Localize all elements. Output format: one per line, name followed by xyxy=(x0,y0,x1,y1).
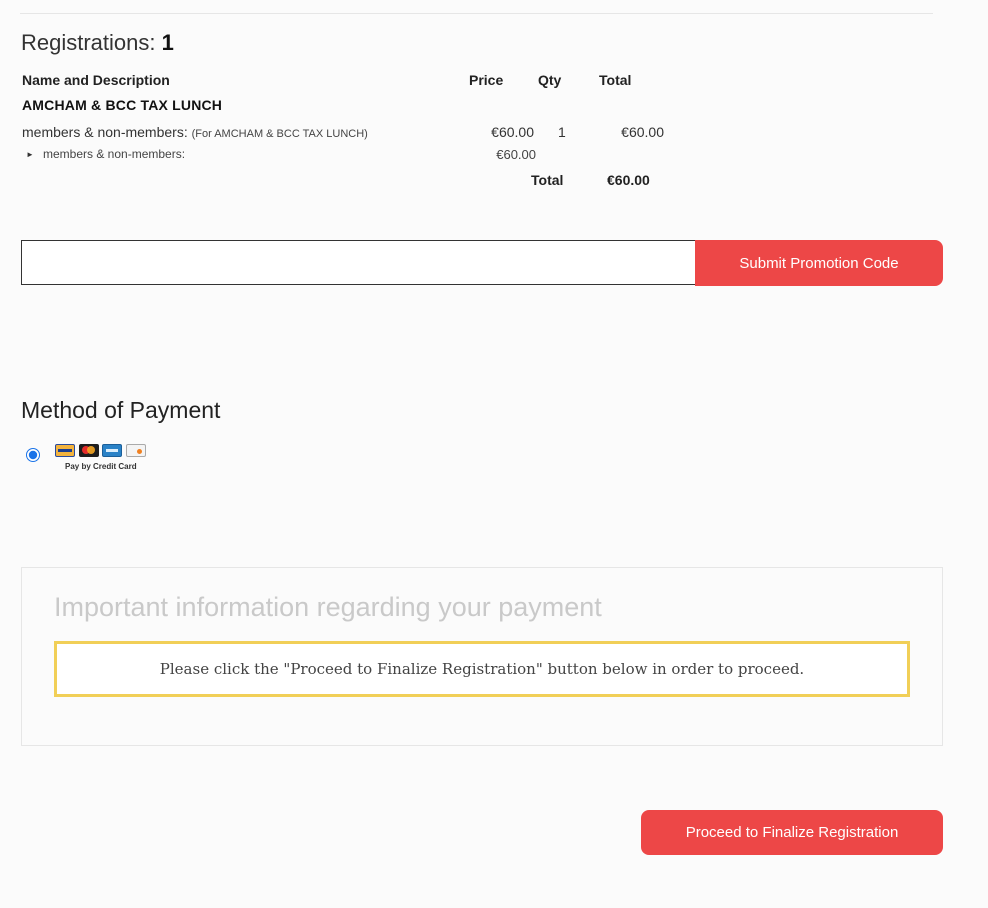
sub-item-name: members & non-members: xyxy=(43,147,186,161)
item-price: €60.00 xyxy=(491,124,534,140)
promotion-code-input[interactable] xyxy=(21,240,695,285)
column-header-qty: Qty xyxy=(538,72,562,88)
sub-item-row: ► members & non-members: €60.00 xyxy=(22,147,682,163)
payment-info-box: Important information regarding your pay… xyxy=(21,567,943,746)
event-title: AMCHAM & BCC TAX LUNCH xyxy=(22,97,223,113)
top-divider xyxy=(20,13,933,14)
discover-card-icon xyxy=(126,444,146,457)
payment-notice: Please click the "Proceed to Finalize Re… xyxy=(54,641,910,697)
table-row: members & non-members: (For AMCHAM & BCC… xyxy=(22,124,682,142)
grand-total-label: Total xyxy=(531,172,564,188)
item-name: members & non-members: (For AMCHAM & BCC… xyxy=(22,124,368,140)
bullet-arrow-icon: ► xyxy=(26,150,34,159)
sub-item-price: €60.00 xyxy=(496,147,536,162)
item-total: €60.00 xyxy=(621,124,664,140)
column-header-name: Name and Description xyxy=(22,72,170,88)
registrations-label: Registrations: xyxy=(21,30,156,55)
proceed-to-finalize-registration-button[interactable]: Proceed to Finalize Registration xyxy=(641,810,943,855)
payment-method-heading: Method of Payment xyxy=(21,397,221,423)
column-header-price: Price xyxy=(469,72,504,88)
registrations-heading: Registrations: 1 xyxy=(21,30,174,56)
credit-card-radio[interactable] xyxy=(26,448,40,462)
mastercard-icon xyxy=(79,444,99,457)
grand-total-value: €60.00 xyxy=(607,172,650,188)
credit-card-logos[interactable]: Pay by Credit Card xyxy=(54,444,148,474)
visa-card-icon xyxy=(55,444,75,457)
submit-promotion-code-button[interactable]: Submit Promotion Code xyxy=(695,240,943,286)
amex-card-icon xyxy=(102,444,122,457)
column-header-total: Total xyxy=(599,72,632,88)
registrations-count: 1 xyxy=(161,30,174,55)
payment-info-heading: Important information regarding your pay… xyxy=(54,592,602,622)
item-name-text: members & non-members: xyxy=(22,124,188,140)
payment-notice-text: Please click the "Proceed to Finalize Re… xyxy=(159,660,805,678)
item-qty: 1 xyxy=(558,124,566,140)
item-note: (For AMCHAM & BCC TAX LUNCH) xyxy=(191,128,368,140)
pay-by-credit-card-caption: Pay by Credit Card xyxy=(65,462,137,471)
